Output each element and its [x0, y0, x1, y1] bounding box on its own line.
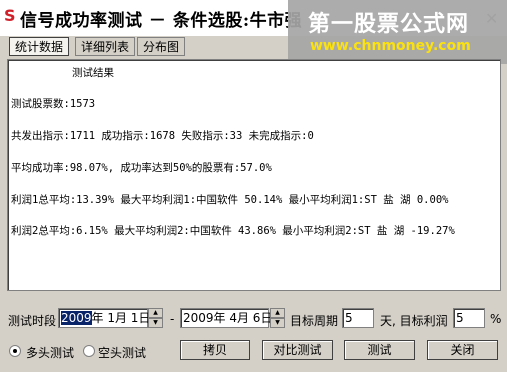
test-period-label: 测试时段 [8, 314, 57, 328]
spin-up-icon[interactable]: ▲ [148, 308, 163, 318]
percent-label: % [490, 312, 502, 326]
result-line-signals: 共发出指示:1711 成功指示:1678 失败指示:33 未完成指示:0 [11, 130, 314, 142]
start-date-picker[interactable]: 2009年 1月 1日 [58, 308, 151, 328]
result-line-profit1: 利润1总平均:13.39% 最大平均利润1:中国软件 50.14% 最小平均利润… [11, 194, 449, 206]
tab-detail-list[interactable]: 详细列表 [75, 37, 136, 56]
target-profit-input[interactable]: 5 [453, 308, 485, 328]
target-period-input[interactable]: 5 [342, 308, 374, 328]
target-profit-label: 天, 目标利润 [380, 314, 448, 328]
start-date-spinner[interactable]: ▲ ▼ [148, 308, 163, 328]
date-separator: - [170, 312, 175, 326]
result-line-success-rate: 平均成功率:98.07%, 成功率达到50%的股票有:57.0% [11, 162, 272, 174]
end-date-spinner[interactable]: ▲ ▼ [270, 308, 285, 328]
window-title: 信号成功率测试 － 条件选股:牛市强 [20, 11, 303, 31]
compare-test-button[interactable]: 对比测试 [262, 340, 333, 360]
results-text-area[interactable]: 测试结果 测试股票数:1573 共发出指示:1711 成功指示:1678 失败指… [7, 59, 501, 291]
tab-statistics[interactable]: 统计数据 [9, 37, 70, 56]
results-heading: 测试结果 [72, 67, 114, 79]
start-year-selected: 2009 [61, 311, 92, 325]
result-line-profit2: 利润2总平均:6.15% 最大平均利润2:中国软件 43.86% 最小平均利润2… [11, 225, 455, 237]
watermark-url: www.chnmoney.com [310, 38, 471, 54]
radio-short-label[interactable]: 空头测试 [98, 344, 146, 361]
target-period-label: 目标周期 [290, 314, 339, 328]
spin-up-icon[interactable]: ▲ [270, 308, 285, 318]
radio-short-test[interactable] [83, 345, 95, 357]
start-date-rest: 年 1月 1日 [91, 311, 151, 325]
spin-down-icon[interactable]: ▼ [270, 318, 285, 328]
close-button[interactable]: 关闭 [427, 340, 498, 360]
watermark-title: 第一股票公式网 [308, 12, 470, 37]
tab-distribution[interactable]: 分布图 [137, 37, 186, 56]
radio-long-test[interactable] [9, 345, 21, 357]
app-logo-icon: S [4, 6, 16, 25]
test-button[interactable]: 测试 [344, 340, 415, 360]
spin-down-icon[interactable]: ▼ [148, 318, 163, 328]
result-line-stock-count: 测试股票数:1573 [11, 98, 96, 110]
end-date-picker[interactable]: 2009年 4月 6日 [180, 308, 272, 328]
radio-long-label[interactable]: 多头测试 [26, 344, 74, 361]
copy-button[interactable]: 拷贝 [180, 340, 250, 360]
watermark: 第一股票公式网 www.chnmoney.com [288, 0, 507, 64]
